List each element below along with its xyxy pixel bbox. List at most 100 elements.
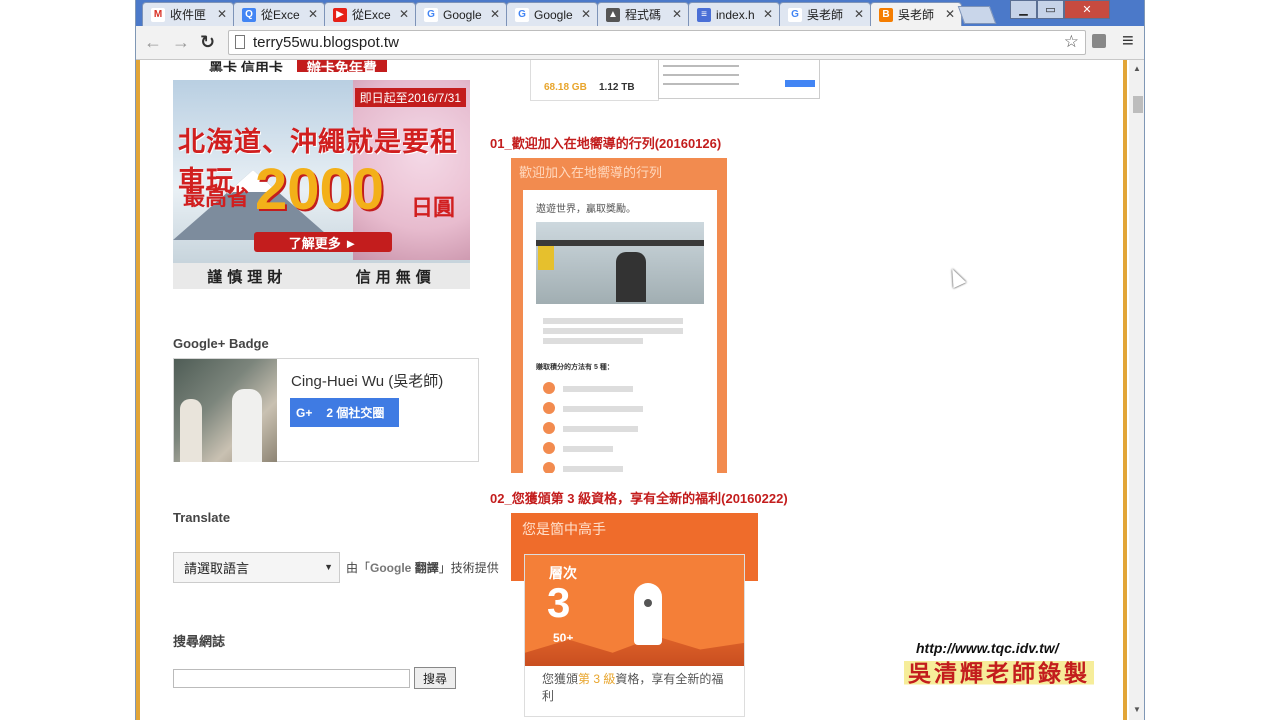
search-button[interactable]: 搜尋 (414, 667, 456, 689)
address-bar[interactable]: terry55wu.blogspot.tw ☆ (228, 30, 1086, 55)
mouse-cursor-icon (945, 265, 967, 289)
page-viewport: 黑卡 信用卡 辦卡免年費 即日起至2016/7/31 北海道、沖繩就是要租車玩 最… (136, 60, 1144, 720)
ad-amount: 2000 (255, 157, 385, 222)
tab-label: 吳老師 (807, 8, 844, 22)
menu-icon[interactable]: ≡ (1122, 30, 1134, 53)
close-icon[interactable]: ✕ (399, 7, 409, 21)
card-section: 賺取積分的方法有 5 種： (536, 364, 614, 371)
back-button[interactable]: ← (144, 32, 162, 53)
close-icon[interactable]: ✕ (854, 7, 864, 21)
level-message-highlight: 第 3 級 (578, 672, 616, 686)
tab-teacher-blogger[interactable]: B 吳老師 ✕ (870, 2, 962, 26)
reload-button[interactable]: ↻ (200, 32, 215, 53)
search-widget-title: 搜尋網誌 (173, 634, 226, 649)
google-icon: G (788, 7, 802, 22)
circles-label: 2 個社交圈 (326, 406, 385, 420)
minimize-button[interactable]: ▁ (1010, 0, 1037, 19)
extension-icon[interactable] (1092, 34, 1106, 48)
gmail-icon: M (151, 7, 165, 22)
storage-list (658, 60, 820, 99)
document-icon: ≡ (697, 7, 711, 22)
gondola (538, 246, 554, 270)
close-icon[interactable]: ✕ (581, 7, 591, 21)
storage-total: 1.12 TB (599, 82, 635, 93)
ad-date: 即日起至2016/7/31 (354, 88, 466, 107)
google-icon: G (424, 7, 438, 22)
close-icon[interactable]: ✕ (763, 7, 773, 21)
close-icon[interactable]: ✕ (217, 7, 227, 21)
tab-label: Google (443, 7, 482, 22)
card-header: 您是箇中高手 (522, 521, 606, 537)
maximize-button[interactable]: ▭ (1037, 0, 1064, 19)
ad-footer-left: 謹慎理財 (207, 268, 288, 286)
tab-teacher-google[interactable]: G 吳老師 ✕ (779, 2, 871, 26)
scrollbar[interactable]: ▲ ▼ (1129, 60, 1144, 720)
progress-bar (785, 80, 815, 87)
close-icon[interactable]: ✕ (672, 7, 682, 21)
circles-button[interactable]: G+ 2 個社交圈 (290, 398, 399, 427)
tab-label: 程式碼 (625, 8, 662, 22)
ad-learn-more-button[interactable]: 了解更多 ► (254, 232, 392, 252)
edit-icon (543, 442, 555, 454)
level-card: 層次 3 50+ 積分 您獲頒第 3 級資格，享有全新的福利 (524, 554, 745, 717)
ferris-wheel-photo (536, 222, 704, 304)
tab-google-2[interactable]: G Google ✕ (506, 2, 598, 26)
tab-code[interactable]: ▲ 程式碼 ✕ (597, 2, 689, 26)
tab-excel-doc[interactable]: Q 從Exce ✕ (233, 2, 325, 26)
language-select-value: 請選取語言 (184, 561, 250, 576)
google-plus-badge[interactable]: Cing-Huei Wu (吳老師) G+ 2 個社交圈 (173, 358, 479, 462)
url-text: terry55wu.blogspot.tw (253, 34, 399, 51)
desktop-left (0, 0, 135, 720)
level-message-pre: 您獲頒 (542, 672, 579, 686)
window-close-button[interactable]: ✕ (1064, 0, 1110, 19)
profile-name[interactable]: Cing-Huei Wu (吳老師) (291, 370, 443, 391)
tab-google-1[interactable]: G Google ✕ (415, 2, 507, 26)
photo-icon (543, 402, 555, 414)
tab-gmail[interactable]: M 收件匣 ✕ (142, 2, 234, 26)
page-frame-right (1123, 60, 1127, 720)
watermark-name: 吳清輝老師錄製 (904, 654, 1094, 688)
tab-label: 收件匣 (170, 8, 207, 22)
google-icon: G (515, 7, 529, 22)
image-icon: ▲ (606, 7, 620, 22)
scroll-up-icon[interactable]: ▲ (1133, 64, 1141, 73)
tab-label: 從Exce (352, 8, 391, 22)
post-title-2[interactable]: 02_您獲頒第 3 級資格，享有全新的福利(20160222) (490, 488, 788, 507)
credit-card-ad[interactable]: 即日起至2016/7/31 北海道、沖繩就是要租車玩 最高省 2000 日圓 了… (173, 80, 470, 289)
text-line (543, 338, 643, 344)
tab-label: 從Exce (261, 8, 300, 22)
tab-excel-youtube[interactable]: ▶ 從Exce ✕ (324, 2, 416, 26)
language-select[interactable]: 請選取語言 ▼ (173, 552, 340, 583)
post-title-1[interactable]: 01_歡迎加入在地嚮導的行列(20160126) (490, 133, 721, 152)
page-icon (235, 35, 245, 49)
blogger-icon: B (879, 7, 893, 22)
close-icon[interactable]: ✕ (945, 7, 955, 21)
level-banner: 層次 3 50+ 積分 (525, 555, 744, 666)
list-item (663, 62, 815, 69)
youtube-icon: ▶ (333, 7, 347, 22)
docs-icon: Q (242, 7, 256, 22)
search-input[interactable] (173, 669, 410, 688)
text-line (543, 318, 683, 324)
scroll-down-icon[interactable]: ▼ (1133, 705, 1141, 714)
card-body: 遨遊世界，贏取獎勵。 賺取積分的方法有 5 種： (523, 190, 717, 473)
close-icon[interactable]: ✕ (308, 7, 318, 21)
tab-label: Google (534, 7, 573, 22)
star-icon[interactable]: ☆ (1064, 32, 1079, 52)
place-icon (543, 462, 555, 473)
forward-button[interactable]: → (172, 32, 190, 53)
close-icon[interactable]: ✕ (490, 7, 500, 21)
scrollbar-thumb[interactable] (1133, 96, 1143, 113)
new-tab-button[interactable] (957, 6, 997, 24)
profile-photo[interactable] (174, 359, 277, 462)
badge-widget-title: Google+ Badge (173, 336, 269, 351)
tab-label: index.h (716, 7, 755, 22)
browser-window: M 收件匣 ✕ Q 從Exce ✕ ▶ 從Exce ✕ G Google ✕ G… (135, 0, 1145, 720)
tab-index[interactable]: ≡ index.h ✕ (688, 2, 780, 26)
google-logo: Google (370, 561, 412, 575)
ad-save-label: 最高省 (183, 185, 250, 210)
level-number: 3 (547, 579, 571, 626)
page-frame-left (136, 60, 140, 720)
card-subtitle: 遨遊世界，贏取獎勵。 (536, 204, 636, 215)
drive-storage-image: 68.18 GB 1.12 TB (530, 60, 822, 101)
